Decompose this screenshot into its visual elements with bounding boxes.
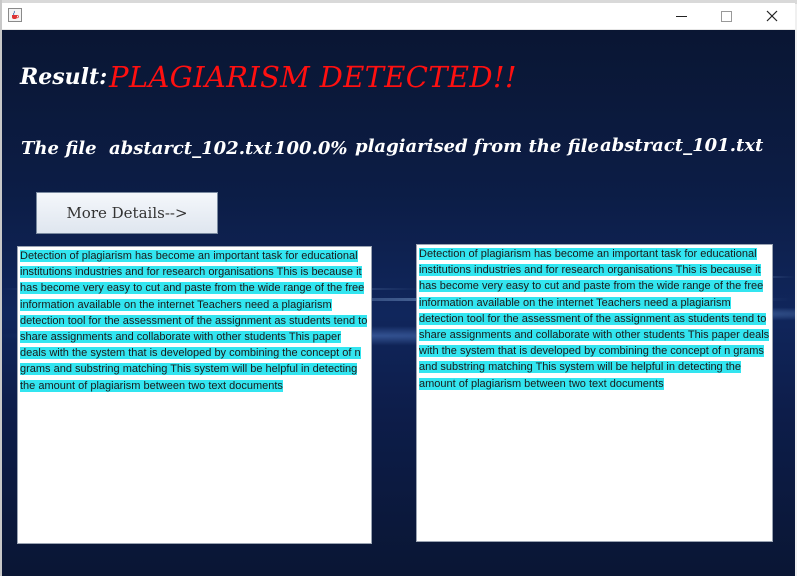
left-document-textarea[interactable]: Detection of plagiarism has become an im… (17, 246, 372, 544)
right-document-textarea[interactable]: Detection of plagiarism has become an im… (416, 244, 773, 542)
close-button[interactable] (749, 3, 795, 29)
right-highlighted-text: Detection of plagiarism has become an im… (419, 248, 770, 390)
left-highlighted-text: Detection of plagiarism has become an im… (20, 250, 368, 392)
maximize-icon (720, 10, 732, 22)
summary-middle: plagiarised from the file (355, 136, 599, 157)
minimize-icon (675, 15, 687, 17)
plagiarism-percent: 100.0% (274, 138, 348, 159)
minimize-button[interactable] (658, 3, 704, 29)
left-document-text: Detection of plagiarism has become an im… (20, 248, 369, 394)
summary-prefix: The file (21, 138, 97, 159)
window-title-bar[interactable] (2, 3, 795, 30)
result-panel: Result: PLAGIARISM DETECTED!! The file a… (2, 30, 795, 576)
right-document-text: Detection of plagiarism has become an im… (419, 246, 770, 392)
maximize-button[interactable] (703, 3, 749, 29)
more-details-button[interactable]: More Details--> (36, 192, 218, 234)
checked-file-name: abstarct_102.txt (109, 138, 273, 159)
source-file-name: abstract_101.txt (600, 135, 764, 156)
java-cup-icon (8, 8, 22, 22)
close-icon (766, 10, 778, 22)
result-status: PLAGIARISM DETECTED!! (109, 60, 517, 94)
result-label: Result: (20, 64, 108, 90)
